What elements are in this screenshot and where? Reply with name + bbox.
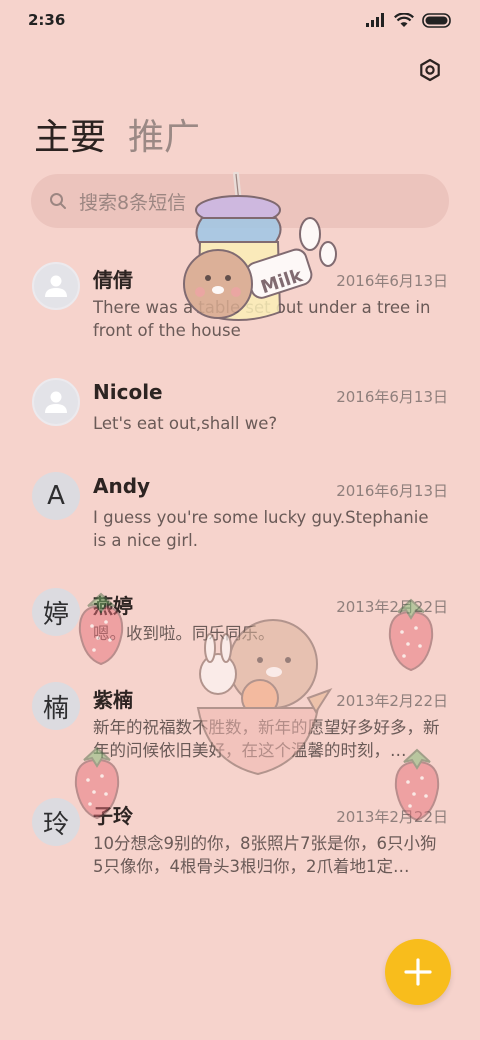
plus-icon xyxy=(404,958,432,986)
battery-icon xyxy=(422,12,451,28)
message-snippet: Let's eat out,shall we? xyxy=(93,414,278,433)
search-placeholder: 搜索8条短信 xyxy=(79,191,187,214)
conversation-row[interactable]: 婷 燕婷 2013年2月22日 嗯。收到啦。同乐同乐。 xyxy=(0,586,480,656)
search-input[interactable]: 搜索8条短信 xyxy=(31,174,449,228)
tab-bar: 主要 推广 xyxy=(34,108,200,160)
avatar: 楠 xyxy=(32,682,80,730)
message-date: 2013年2月22日 xyxy=(336,598,448,616)
new-message-button[interactable] xyxy=(385,939,451,1005)
message-snippet: 新年的祝福数不胜数，新年的愿望好多好多，新年的问候依旧美好，在这个温馨的时刻，… xyxy=(93,718,440,760)
message-date: 2016年6月13日 xyxy=(336,272,448,290)
avatar: A xyxy=(32,472,80,520)
status-time: 2:36 xyxy=(28,11,66,29)
avatar xyxy=(32,378,80,426)
contact-name: 子玲 xyxy=(93,804,133,828)
tab-promotions[interactable]: 推广 xyxy=(128,108,200,160)
conversation-row[interactable]: 倩倩 2016年6月13日 There was a table set out … xyxy=(0,260,480,350)
message-date: 2016年6月13日 xyxy=(336,482,448,500)
tab-main[interactable]: 主要 xyxy=(34,108,106,160)
contact-name: Andy xyxy=(93,474,151,498)
avatar xyxy=(32,262,80,310)
message-snippet: I guess you're some lucky guy.Stephanie … xyxy=(93,508,429,550)
settings-icon xyxy=(420,58,440,82)
person-icon xyxy=(45,391,67,413)
contact-name: 紫楠 xyxy=(93,688,133,712)
avatar: 婷 xyxy=(32,588,80,636)
wifi-icon xyxy=(394,12,414,27)
message-date: 2016年6月13日 xyxy=(336,388,448,406)
avatar: 玲 xyxy=(32,798,80,846)
message-date: 2013年2月22日 xyxy=(336,692,448,710)
status-icons xyxy=(366,12,452,28)
conversation-row[interactable]: 玲 子玲 2013年2月22日 10分想念9别的你，8张照片7张是你，6只小狗5… xyxy=(0,796,480,886)
conversation-row[interactable]: 楠 紫楠 2013年2月22日 新年的祝福数不胜数，新年的愿望好多好多，新年的问… xyxy=(0,680,480,770)
message-snippet: 嗯。收到啦。同乐同乐。 xyxy=(93,624,275,643)
message-snippet: 10分想念9别的你，8张照片7张是你，6只小狗5只像你，4根骨头3根归你，2爪着… xyxy=(93,834,437,876)
settings-button[interactable] xyxy=(414,54,446,86)
contact-name: Nicole xyxy=(93,380,163,404)
person-icon xyxy=(45,275,67,297)
message-date: 2013年2月22日 xyxy=(336,808,448,826)
conversation-row[interactable]: Nicole 2016年6月13日 Let's eat out,shall we… xyxy=(0,376,480,446)
status-bar: 2:36 xyxy=(0,0,480,40)
search-icon xyxy=(50,193,66,209)
contact-name: 燕婷 xyxy=(93,594,133,618)
contact-name: 倩倩 xyxy=(93,268,133,292)
signal-icon xyxy=(366,13,384,27)
message-snippet: There was a table set out under a tree i… xyxy=(93,298,431,340)
conversation-row[interactable]: A Andy 2016年6月13日 I guess you're some lu… xyxy=(0,470,480,560)
